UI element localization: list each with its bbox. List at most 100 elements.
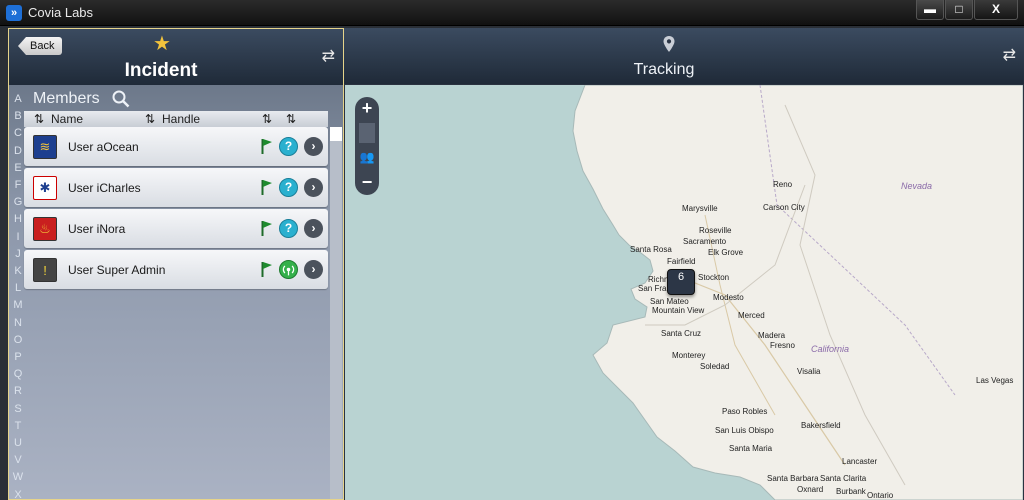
people-icon[interactable]: 👥 [359,147,375,167]
sort-name-icon[interactable]: ⇅ [34,112,44,126]
map-label: Merced [738,311,765,320]
member-list: ≋ User aOcean ? › ✱ User iCharles ? › ♨ … [24,127,328,291]
alphabet-letter[interactable]: N [11,315,25,332]
alphabet-letter[interactable]: W [11,469,25,486]
map-view[interactable]: Reno Carson City Marysville Roseville Sa… [345,85,1023,500]
back-button[interactable]: Back [18,37,63,55]
tracking-panel: Tracking ⇄ Reno Carson City Marysville R… [344,28,1024,500]
sort-flag-icon[interactable]: ⇅ [262,112,272,126]
map-label: Sacramento [683,237,727,246]
zoom-in-button[interactable]: + [357,99,377,119]
star-icon[interactable]: ★ [153,34,171,54]
help-icon[interactable]: ? [279,178,298,197]
column-name-header[interactable]: Name [51,112,83,126]
column-headers: ⇅ Name ⇅ Handle ⇅ ⇅ [24,111,328,127]
state-label: Nevada [901,181,933,191]
alert-shield-icon: ! [33,258,57,282]
map-label: Modesto [713,293,744,302]
alphabet-index[interactable]: ABCDEFGHIJKLMNOPQRSTUVWX [11,91,25,500]
members-label: Members [33,90,100,107]
sort-status-icon[interactable]: ⇅ [286,112,296,126]
panel-title: Incident [124,60,198,81]
alphabet-letter[interactable]: H [11,211,25,228]
member-name: User iNora [68,222,126,236]
map-label: Marysville [682,204,718,213]
map-label: Fairfield [667,257,696,266]
alphabet-letter[interactable]: B [11,108,25,125]
map-label: Visalia [797,367,821,376]
alphabet-letter[interactable]: P [11,349,25,366]
location-pin-icon [663,36,675,52]
alphabet-letter[interactable]: X [11,487,25,500]
member-row[interactable]: ! User Super Admin › [24,250,328,289]
zoom-control: + 👥 − [355,97,379,195]
star-of-life-icon: ✱ [33,176,57,200]
chevron-right-icon[interactable]: › [304,137,323,156]
map-label: Burbank [836,487,866,496]
member-name: User aOcean [68,140,139,154]
map-label: Santa Rosa [630,245,672,254]
alphabet-letter[interactable]: A [11,91,25,108]
chevron-right-icon[interactable]: › [304,219,323,238]
chevron-right-icon[interactable]: › [304,260,323,279]
help-icon[interactable]: ? [279,219,298,238]
map-label: Oxnard [797,485,824,494]
map-label: Paso Robles [722,407,768,416]
alphabet-letter[interactable]: S [11,401,25,418]
flag-icon[interactable] [261,138,273,154]
alphabet-letter[interactable]: L [11,280,25,297]
help-icon[interactable]: ? [279,137,298,156]
alphabet-letter[interactable]: F [11,177,25,194]
sort-handle-icon[interactable]: ⇅ [145,112,155,126]
alphabet-letter[interactable]: J [11,246,25,263]
alphabet-letter[interactable]: V [11,452,25,469]
swap-arrows-icon[interactable]: ⇄ [1003,48,1016,64]
signal-icon[interactable] [279,260,298,279]
map-label: Santa Clarita [820,474,867,483]
map-label: Santa Barbara [767,474,819,483]
alphabet-letter[interactable]: E [11,160,25,177]
map-label: Stockton [698,273,730,282]
alphabet-letter[interactable]: G [11,194,25,211]
map-label: Roseville [699,226,732,235]
maximize-button[interactable]: □ [945,0,973,20]
alphabet-letter[interactable]: U [11,435,25,452]
alphabet-letter[interactable]: D [11,143,25,160]
member-row[interactable]: ≋ User aOcean ? › [24,127,328,166]
flag-icon[interactable] [261,179,273,195]
member-list-scrollbar[interactable] [330,127,342,499]
map-label: San Luis Obispo [715,426,774,435]
flag-icon[interactable] [261,220,273,236]
scrollbar-thumb[interactable] [330,127,342,141]
alphabet-letter[interactable]: C [11,125,25,142]
app-window: » Covia Labs ▬ □ X Back ★ ⇄ Incident Mem… [0,0,1024,500]
title-bar[interactable]: » Covia Labs ▬ □ X [0,0,1024,26]
column-handle-header[interactable]: Handle [162,112,200,126]
map-label: Reno [773,180,793,189]
alphabet-letter[interactable]: K [11,263,25,280]
cluster-marker[interactable]: 6 [667,269,695,295]
member-name: User iCharles [68,181,141,195]
map-label: Mountain View [652,306,705,315]
member-row[interactable]: ♨ User iNora ? › [24,209,328,248]
map-label: Fresno [770,341,795,350]
zoom-out-button[interactable]: − [357,173,377,193]
map-label: Las Vegas [976,376,1014,385]
alphabet-letter[interactable]: Q [11,366,25,383]
chevron-right-icon[interactable]: › [304,178,323,197]
map-label: Carson City [763,203,805,212]
alphabet-letter[interactable]: M [11,297,25,314]
flag-icon[interactable] [261,261,273,277]
swap-arrows-icon[interactable]: ⇄ [322,49,335,65]
alphabet-letter[interactable]: T [11,418,25,435]
alphabet-letter[interactable]: O [11,332,25,349]
zoom-slider[interactable] [359,123,375,143]
search-icon[interactable] [112,90,130,108]
state-label: California [811,344,850,354]
alphabet-letter[interactable]: R [11,383,25,400]
minimize-button[interactable]: ▬ [916,0,944,20]
alphabet-letter[interactable]: I [11,229,25,246]
map-label: Bakersfield [801,421,841,430]
member-row[interactable]: ✱ User iCharles ? › [24,168,328,207]
close-button[interactable]: X [974,0,1018,20]
